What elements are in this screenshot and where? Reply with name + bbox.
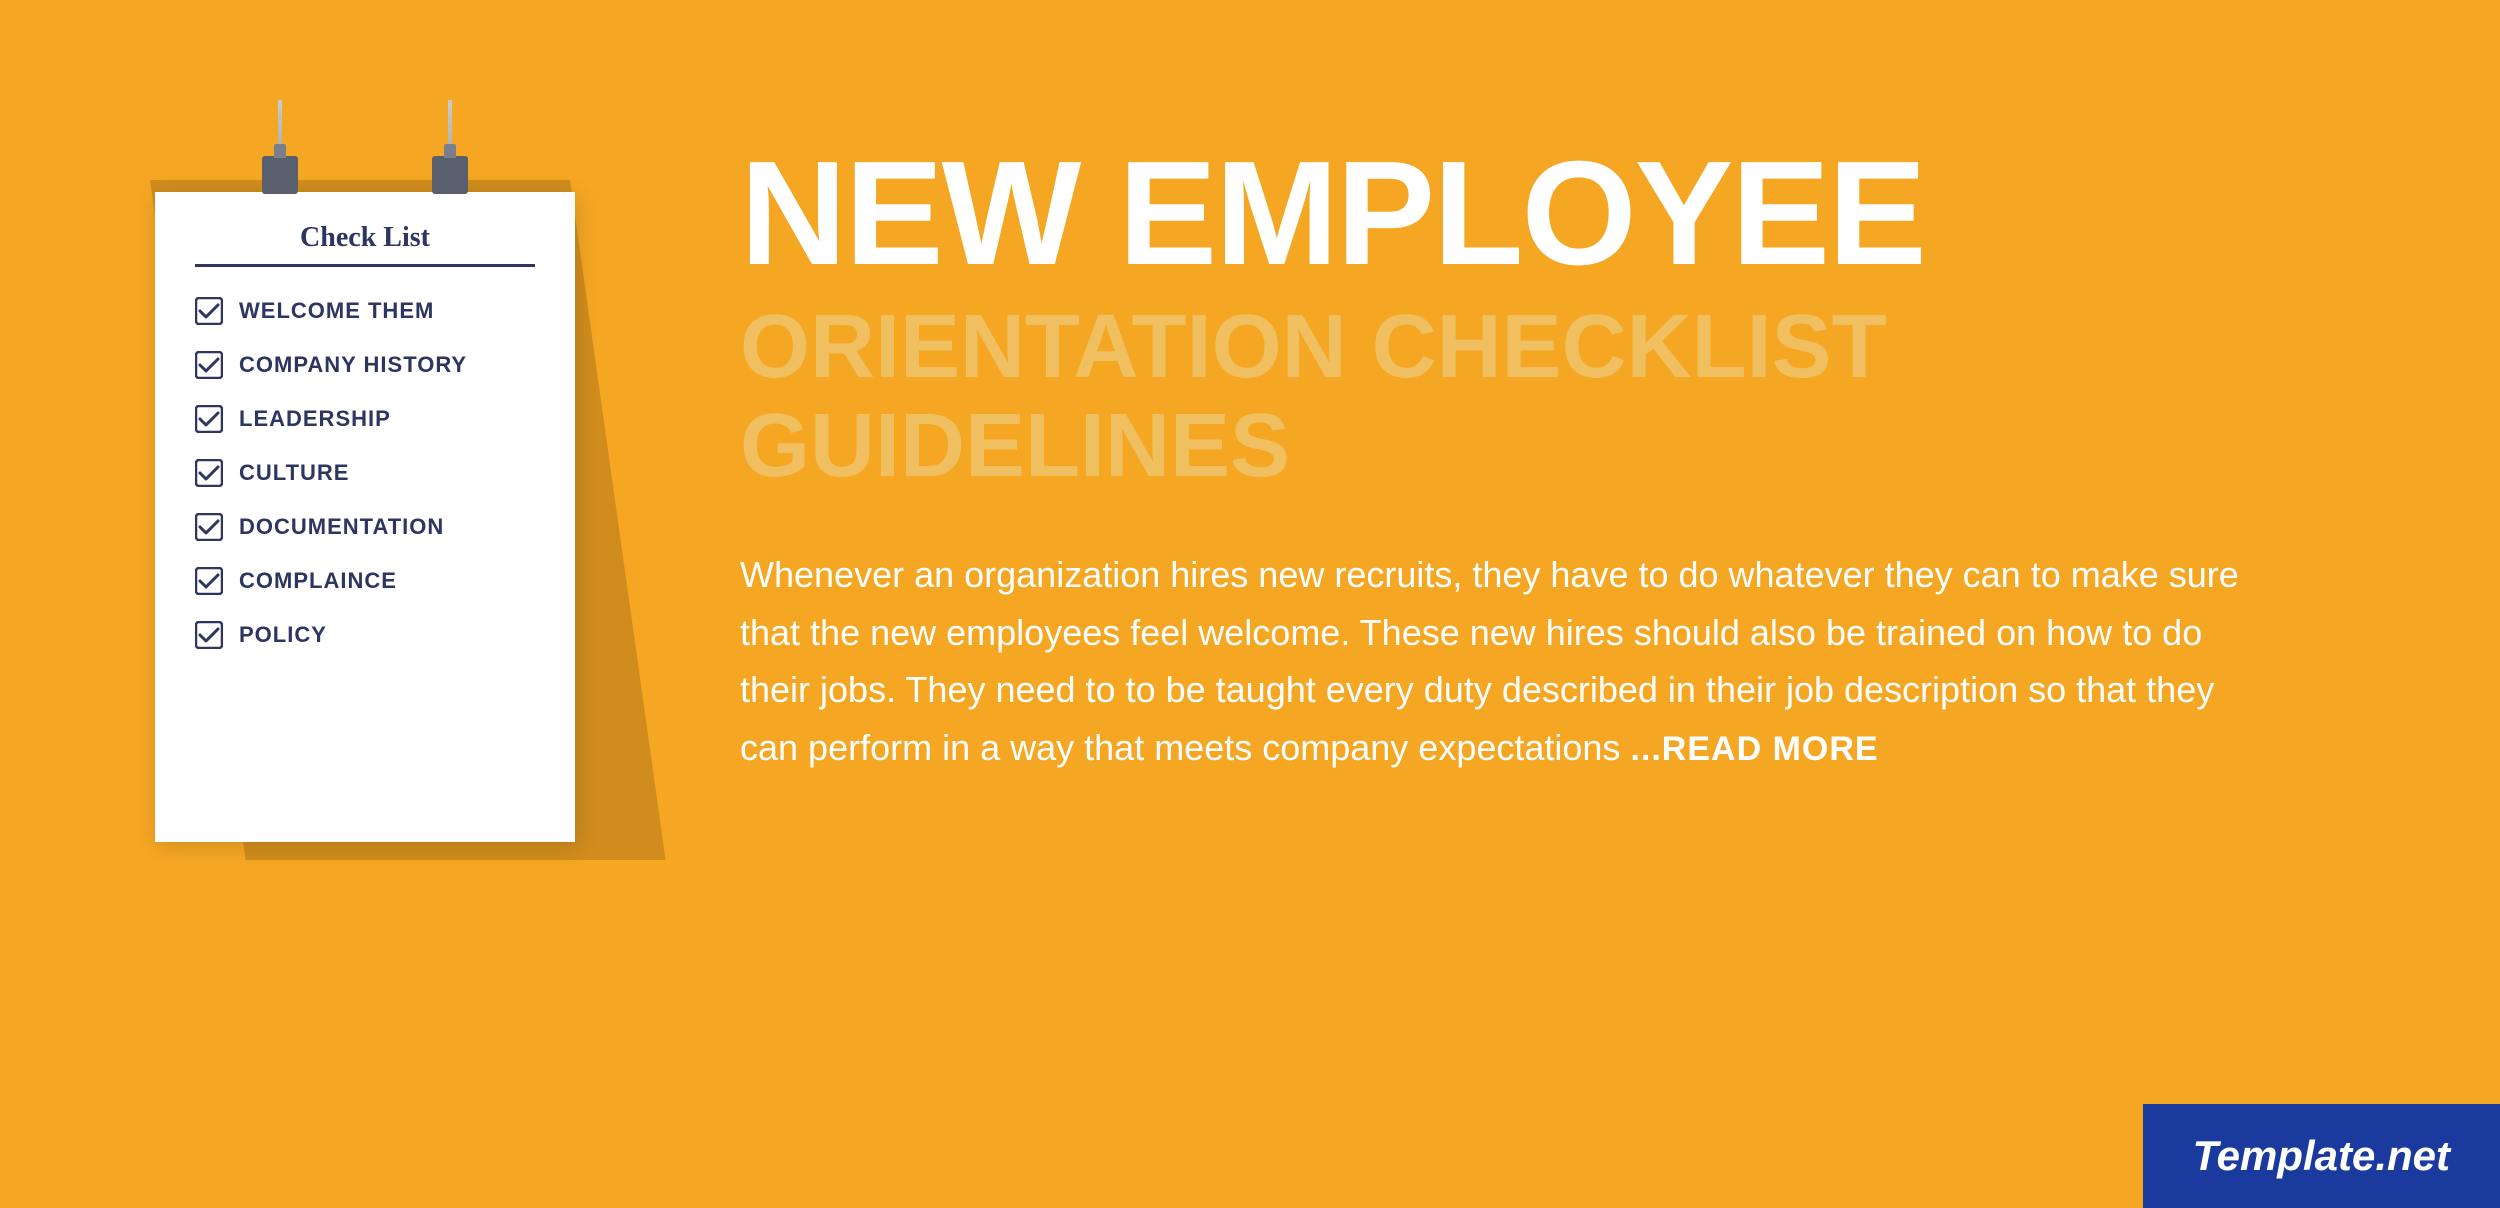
checklist-item-label: COMPLAINCE xyxy=(239,568,397,594)
list-item: COMPANY HISTORY xyxy=(195,351,535,379)
paper-sheet: Check List WELCOME THEM COMPANY HISTORY … xyxy=(155,192,575,842)
hero-subtitle-line2: ORIENTATION CHECKLIST xyxy=(740,297,1887,397)
checkbox-checked-icon xyxy=(195,459,223,487)
list-item: LEADERSHIP xyxy=(195,405,535,433)
checkbox-checked-icon xyxy=(195,405,223,433)
clip-left xyxy=(262,156,298,194)
list-item: POLICY xyxy=(195,621,535,649)
clipboard: Check List WELCOME THEM COMPANY HISTORY … xyxy=(155,100,575,842)
hero-description: Whenever an organization hires new recru… xyxy=(740,546,2240,776)
clip-right xyxy=(432,156,468,194)
hanging-strings xyxy=(155,100,575,160)
checklist-item-label: DOCUMENTATION xyxy=(239,514,444,540)
checkbox-checked-icon xyxy=(195,513,223,541)
checklist-item-label: WELCOME THEM xyxy=(239,298,434,324)
hero-section: NEW EMPLOYEE ORIENTATION CHECKLIST GUIDE… xyxy=(660,90,2360,826)
checkbox-checked-icon xyxy=(195,351,223,379)
checklist-item-label: POLICY xyxy=(239,622,327,648)
checklist-item-label: CULTURE xyxy=(239,460,349,486)
hero-title-line1: NEW EMPLOYEE xyxy=(740,140,2280,288)
checklist-item-label: COMPANY HISTORY xyxy=(239,352,467,378)
checkbox-checked-icon xyxy=(195,621,223,649)
binder-clips xyxy=(155,156,575,194)
list-item: CULTURE xyxy=(195,459,535,487)
read-more-link[interactable]: ...READ MORE xyxy=(1630,730,1878,768)
list-item: WELCOME THEM xyxy=(195,297,535,325)
list-item: DOCUMENTATION xyxy=(195,513,535,541)
checkbox-checked-icon xyxy=(195,567,223,595)
template-badge: Template.net xyxy=(2143,1104,2500,1208)
list-item: COMPLAINCE xyxy=(195,567,535,595)
checklist-item-label: LEADERSHIP xyxy=(239,406,391,432)
checkbox-checked-icon xyxy=(195,297,223,325)
hero-title-line2: ORIENTATION CHECKLIST GUIDELINES xyxy=(740,298,2280,496)
hero-subtitle-line3: GUIDELINES xyxy=(740,396,1290,496)
checklist-items: WELCOME THEM COMPANY HISTORY LEADERSHIP … xyxy=(195,297,535,649)
checklist-title: Check List xyxy=(195,222,535,267)
hero-description-text: Whenever an organization hires new recru… xyxy=(740,554,2239,768)
